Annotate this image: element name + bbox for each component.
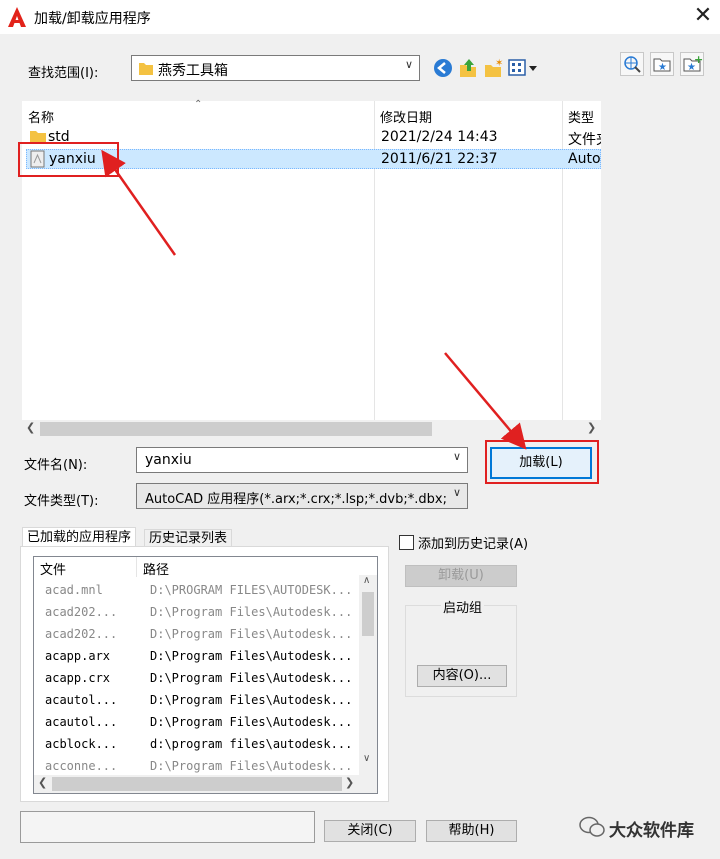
scroll-thumb[interactable] bbox=[40, 422, 432, 436]
filename-input[interactable]: yanxiu ∨ bbox=[136, 447, 468, 473]
close-window-button[interactable]: ✕ bbox=[688, 2, 718, 32]
favorite-folder-icon: ★ bbox=[653, 58, 671, 73]
add-history-label[interactable]: 添加到历史记录(A) bbox=[418, 533, 528, 552]
horizontal-scrollbar[interactable]: ❮ ❯ bbox=[22, 420, 601, 438]
scroll-right-icon[interactable]: ❯ bbox=[587, 421, 596, 434]
filename-label: 文件名(N): bbox=[24, 458, 88, 473]
tab-history-list[interactable]: 历史记录列表 bbox=[144, 529, 233, 547]
unload-button[interactable]: 卸载(U) bbox=[405, 565, 517, 587]
filetype-value: AutoCAD 应用程序(*.arx;*.crx;*.lsp;*.dvb;*.d… bbox=[145, 492, 447, 507]
filetype-select[interactable]: AutoCAD 应用程序(*.arx;*.crx;*.lsp;*.dvb;*.d… bbox=[136, 483, 468, 509]
close-button[interactable]: 关闭(C) bbox=[324, 820, 416, 842]
filename-value: yanxiu bbox=[145, 452, 192, 468]
startup-group-label: 启动组 bbox=[441, 597, 485, 616]
up-folder-icon[interactable] bbox=[458, 57, 478, 79]
autocad-logo-icon bbox=[8, 7, 26, 27]
file-date: 2011/6/21 22:37 bbox=[381, 151, 498, 167]
title-bar: 加载/卸载应用程序 ✕ bbox=[0, 0, 720, 34]
web-search-button[interactable] bbox=[620, 52, 644, 76]
horizontal-scrollbar[interactable]: ❮ ❯ bbox=[34, 775, 359, 793]
column-header-path[interactable]: 路径 bbox=[143, 559, 169, 578]
load-button[interactable]: 加载(L) bbox=[490, 447, 592, 479]
svg-text:★: ★ bbox=[658, 62, 667, 73]
filetype-label: 文件类型(T): bbox=[24, 494, 99, 509]
column-header-type[interactable]: 类型 bbox=[568, 107, 594, 126]
watermark-text: 大众软件库 bbox=[609, 821, 694, 841]
status-field bbox=[20, 811, 315, 843]
lookin-label: 查找范围(I): bbox=[28, 66, 99, 81]
column-divider bbox=[136, 557, 137, 577]
scroll-thumb[interactable] bbox=[52, 777, 342, 791]
loaded-apps-list[interactable]: 文件 路径 acad.mnl D:\PROGRAM FILES\AUTODESK.… bbox=[33, 556, 378, 794]
vertical-scrollbar[interactable]: ∧ ∨ bbox=[359, 575, 377, 793]
lookin-value: 燕秀工具箱 bbox=[158, 63, 228, 79]
scroll-right-icon[interactable]: ❯ bbox=[345, 776, 354, 789]
file-type: Auto bbox=[568, 151, 601, 167]
scroll-left-icon[interactable]: ❮ bbox=[38, 776, 47, 789]
file-type: 文件夹 bbox=[568, 132, 601, 148]
wechat-icon bbox=[579, 816, 605, 837]
annotation-highlight bbox=[18, 142, 119, 177]
column-header-file[interactable]: 文件 bbox=[40, 559, 66, 578]
svg-text:✶: ✶ bbox=[495, 58, 503, 69]
column-header-name[interactable]: 名称 bbox=[28, 107, 54, 126]
chevron-down-icon: ∨ bbox=[404, 58, 413, 71]
chevron-down-icon[interactable]: ∨ bbox=[453, 450, 461, 463]
contents-button[interactable]: 内容(O)... bbox=[417, 665, 507, 687]
scroll-thumb[interactable] bbox=[362, 592, 374, 636]
views-menu-button[interactable] bbox=[508, 58, 540, 78]
lookin-combo[interactable]: 燕秀工具箱 ∨ bbox=[131, 55, 420, 81]
add-favorite-button[interactable]: ★ + bbox=[680, 52, 704, 76]
column-header-date[interactable]: 修改日期 bbox=[380, 107, 432, 126]
help-button[interactable]: 帮助(H) bbox=[426, 820, 517, 842]
file-date: 2021/2/24 14:43 bbox=[381, 129, 498, 145]
scroll-up-icon[interactable]: ∧ bbox=[363, 575, 370, 586]
new-folder-icon[interactable]: ✶ bbox=[483, 57, 503, 79]
globe-search-icon bbox=[624, 56, 641, 73]
views-icon bbox=[508, 59, 537, 76]
scroll-left-icon[interactable]: ❮ bbox=[26, 421, 35, 434]
chevron-down-icon: ∨ bbox=[452, 486, 461, 499]
back-icon[interactable] bbox=[433, 58, 453, 78]
add-favorite-icon: ★ + bbox=[683, 53, 703, 73]
tab-loaded-apps[interactable]: 已加载的应用程序 bbox=[22, 527, 137, 548]
favorites-button[interactable]: ★ bbox=[650, 52, 674, 76]
sort-indicator-icon: ⌃ bbox=[194, 99, 203, 110]
add-history-checkbox[interactable] bbox=[399, 535, 414, 550]
svg-text:+: + bbox=[694, 53, 703, 66]
folder-icon bbox=[139, 63, 153, 75]
scroll-down-icon[interactable]: ∨ bbox=[363, 753, 370, 764]
window-title: 加载/卸载应用程序 bbox=[34, 11, 151, 27]
